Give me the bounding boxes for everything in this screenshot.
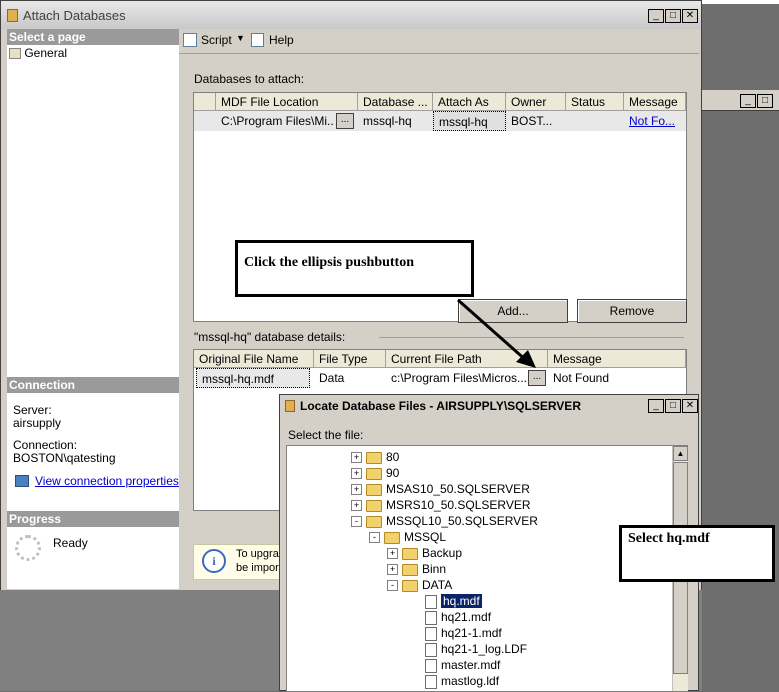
tree-folder-item[interactable]: + MSRS10_50.SQLSERVER bbox=[351, 497, 531, 513]
tree-item-label: hq.mdf bbox=[441, 594, 482, 608]
expand-icon[interactable]: + bbox=[387, 564, 398, 576]
dialog-maximize-button[interactable]: □ bbox=[665, 399, 681, 413]
folder-icon bbox=[366, 515, 382, 528]
tree-item-label: MSSQL bbox=[404, 530, 447, 544]
tree-item-label: mastlog.ldf bbox=[441, 674, 500, 688]
file-icon bbox=[425, 674, 437, 689]
tree-file-item[interactable]: hq.mdf bbox=[425, 593, 482, 609]
file-icon bbox=[425, 642, 437, 657]
folder-icon bbox=[402, 579, 418, 592]
tree-item-label: MSRS10_50.SQLSERVER bbox=[386, 498, 531, 512]
tree-folder-item[interactable]: +90 bbox=[351, 465, 399, 481]
tree-item-label: hq21-1_log.LDF bbox=[441, 642, 528, 656]
dialog-title-bar: Locate Database Files - AIRSUPPLY\SQLSER… bbox=[280, 395, 698, 417]
file-icon bbox=[425, 626, 437, 641]
tree-item-label: hq21.mdf bbox=[441, 610, 492, 624]
callout-select-text: Select hq.mdf bbox=[628, 531, 710, 546]
tree-folder-item[interactable]: - MSSQL10_50.SQLSERVER bbox=[351, 513, 538, 529]
expand-icon[interactable]: + bbox=[351, 468, 362, 480]
arrow-to-ellipsis bbox=[457, 298, 529, 364]
database-icon bbox=[285, 400, 295, 412]
tree-item-label: 90 bbox=[386, 466, 400, 480]
tree-folder-item[interactable]: + Backup bbox=[387, 545, 462, 561]
file-icon bbox=[425, 610, 437, 625]
tree-item-label: Binn bbox=[422, 562, 447, 576]
tree-folder-item[interactable]: - DATA bbox=[387, 577, 452, 593]
select-file-label: Select the file: bbox=[288, 428, 364, 442]
expand-icon[interactable]: + bbox=[351, 452, 362, 464]
tree-file-item[interactable]: master.mdf bbox=[425, 657, 500, 673]
tree-file-item[interactable]: hq21.mdf bbox=[425, 609, 491, 625]
folder-icon bbox=[366, 499, 382, 512]
scroll-up-arrow-icon[interactable]: ▲ bbox=[673, 446, 688, 461]
expand-icon[interactable]: + bbox=[351, 500, 362, 512]
callout-select: Select hq.mdf bbox=[619, 525, 775, 582]
collapse-icon[interactable]: - bbox=[387, 580, 398, 592]
dialog-title: Locate Database Files - AIRSUPPLY\SQLSER… bbox=[300, 399, 581, 413]
tree-folder-item[interactable]: + MSAS10_50.SQLSERVER bbox=[351, 481, 530, 497]
tree-item-label: master.mdf bbox=[441, 658, 501, 672]
tree-folder-item[interactable]: - MSSQL bbox=[369, 529, 446, 545]
tree-file-item[interactable]: hq21-1.mdf bbox=[425, 625, 502, 641]
folder-icon bbox=[402, 547, 418, 560]
tree-folder-item[interactable]: + Binn bbox=[387, 561, 446, 577]
tree-rows: +80 +90 + MSAS10_50.SQLSERVER + MSRS10_50.SQL… bbox=[287, 446, 671, 691]
collapse-icon[interactable]: - bbox=[351, 516, 362, 528]
tree-item-label: MSAS10_50.SQLSERVER bbox=[386, 482, 530, 496]
tree-item-label: DATA bbox=[422, 578, 453, 592]
tree-file-item[interactable]: mastlog.ldf bbox=[425, 673, 499, 689]
dialog-close-button[interactable]: ✕ bbox=[682, 399, 698, 413]
tree-item-label: hq21-1.mdf bbox=[441, 626, 502, 640]
folder-icon bbox=[366, 451, 382, 464]
tree-file-item[interactable]: hq21-1_log.LDF bbox=[425, 641, 527, 657]
folder-icon bbox=[366, 483, 382, 496]
file-icon bbox=[425, 658, 437, 673]
expand-icon[interactable]: + bbox=[351, 484, 362, 496]
expand-icon[interactable]: + bbox=[387, 548, 398, 560]
dialog-minimize-button[interactable]: _ bbox=[648, 399, 664, 413]
tree-folder-item[interactable]: +80 bbox=[351, 449, 399, 465]
collapse-icon[interactable]: - bbox=[369, 532, 380, 544]
folder-icon bbox=[402, 563, 418, 576]
folder-icon bbox=[366, 467, 382, 480]
tree-item-label: Backup bbox=[422, 546, 463, 560]
tree-item-label: MSSQL10_50.SQLSERVER bbox=[386, 514, 538, 528]
folder-icon bbox=[384, 531, 400, 544]
tree-item-label: 80 bbox=[386, 450, 400, 464]
file-icon bbox=[425, 594, 437, 609]
